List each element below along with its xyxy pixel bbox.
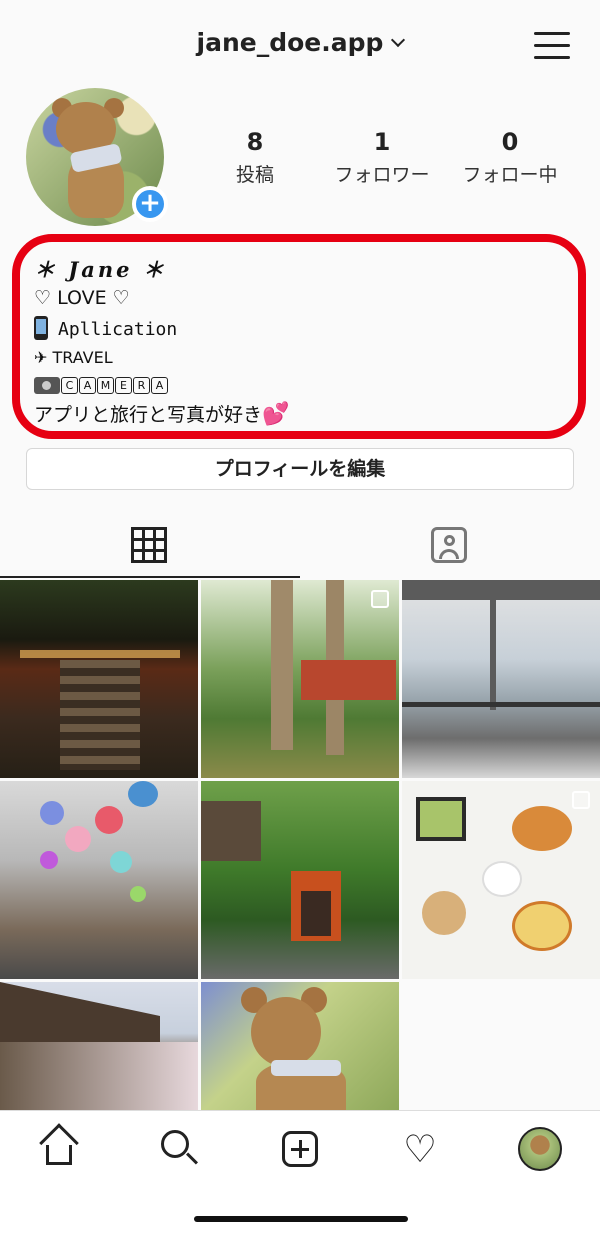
search-icon — [161, 1130, 189, 1158]
heart-icon: ♡ — [402, 1127, 438, 1171]
edit-profile-button[interactable]: プロフィールを編集 — [26, 448, 574, 490]
stat-following[interactable]: 0 フォロー中 — [452, 128, 568, 187]
camera-letter: R — [133, 377, 150, 394]
camera-letter: A — [79, 377, 96, 394]
post-thumbnail[interactable] — [0, 982, 198, 1110]
two-hearts-icon: 💕 — [262, 402, 290, 427]
bio-love: ♡ LOVE ♡ — [34, 287, 130, 309]
add-post-icon — [282, 1131, 318, 1167]
nav-search[interactable] — [158, 1127, 202, 1171]
home-icon — [39, 1123, 79, 1165]
posts-label: 投稿 — [235, 164, 274, 186]
tagged-icon — [431, 527, 467, 563]
top-bar: jane_doe.app — [0, 0, 600, 90]
post-thumbnail[interactable] — [201, 781, 399, 979]
post-thumbnail[interactable] — [0, 580, 198, 778]
nav-home[interactable] — [38, 1123, 82, 1171]
bio-application: Apllication — [58, 319, 178, 340]
multiple-photos-icon — [572, 791, 590, 809]
bio-camera-line: CAMERA — [34, 374, 169, 396]
multiple-photos-icon — [371, 590, 389, 608]
camera-letter: E — [115, 377, 132, 394]
post-thumbnail[interactable] — [201, 982, 399, 1110]
account-switcher[interactable]: jane_doe.app — [0, 28, 600, 57]
camera-letter: C — [61, 377, 78, 394]
profile-avatar[interactable]: + — [26, 88, 168, 226]
grid-icon — [131, 527, 167, 563]
stat-followers[interactable]: 1 フォロワー — [322, 128, 442, 187]
post-thumbnail[interactable] — [402, 580, 600, 778]
bio-description-line: アプリと旅行と写真が好き💕 — [34, 400, 289, 427]
profile-icon — [518, 1127, 562, 1171]
nav-activity[interactable]: ♡ — [398, 1127, 442, 1171]
post-thumbnail[interactable] — [0, 781, 198, 979]
bio-travel: ✈ TRAVEL — [34, 348, 113, 367]
post-thumbnail[interactable] — [201, 580, 399, 778]
profile-tabs — [0, 510, 600, 578]
username-label: jane_doe.app — [196, 28, 384, 57]
camera-icon — [34, 377, 60, 394]
chevron-down-icon — [391, 32, 406, 48]
add-story-icon[interactable]: + — [132, 186, 168, 222]
bio-name: ＊ Jane ＊ — [34, 257, 167, 282]
bio-description: アプリと旅行と写真が好き — [34, 404, 263, 426]
followers-count: 1 — [373, 128, 391, 156]
bio-application-line: Apllication — [34, 316, 177, 340]
camera-letter: A — [151, 377, 168, 394]
tab-tagged[interactable] — [300, 510, 600, 578]
posts-count: 8 — [246, 128, 264, 156]
bio-highlight-box: ＊ Jane ＊ ♡ LOVE ♡ Apllication ✈ TRAVEL C… — [12, 234, 586, 439]
following-label: フォロー中 — [462, 164, 558, 186]
phone-icon — [34, 316, 48, 340]
followers-label: フォロワー — [334, 164, 430, 186]
post-thumbnail[interactable] — [402, 781, 600, 979]
camera-letter: M — [97, 377, 114, 394]
nav-add-post[interactable] — [278, 1127, 322, 1171]
tab-grid[interactable] — [0, 510, 300, 578]
following-count: 0 — [501, 128, 519, 156]
hamburger-menu-icon[interactable] — [534, 30, 570, 60]
home-indicator — [194, 1216, 408, 1222]
stat-posts[interactable]: 8 投稿 — [215, 128, 295, 187]
nav-profile[interactable] — [518, 1127, 562, 1171]
